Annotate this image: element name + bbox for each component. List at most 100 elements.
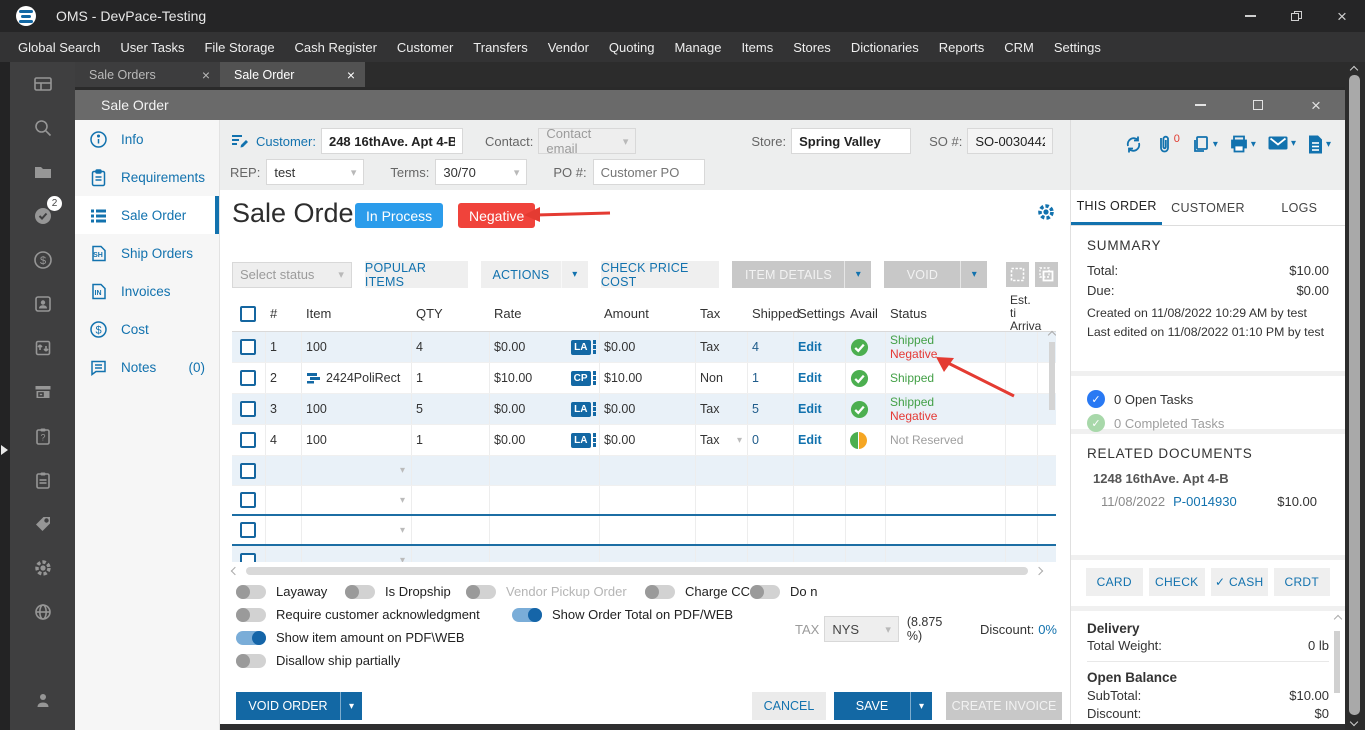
popular-items-button[interactable]: POPULAR ITEMS: [365, 261, 468, 288]
menu-vendor[interactable]: Vendor: [538, 40, 599, 55]
sidebar-item-tasks[interactable]: 2: [10, 194, 75, 238]
cash-payment-button[interactable]: ✓ CASH: [1211, 568, 1268, 596]
kebab-menu-icon[interactable]: [593, 432, 597, 447]
menu-transfers[interactable]: Transfers: [463, 40, 537, 55]
select-all-button[interactable]: [1035, 262, 1058, 287]
po-number-field[interactable]: [593, 159, 705, 185]
sidebar-item-settings[interactable]: [10, 546, 75, 590]
rep-dropdown[interactable]: test▾: [266, 159, 364, 185]
tab-close-icon[interactable]: ×: [347, 67, 355, 83]
sidebar-item-store[interactable]: [10, 370, 75, 414]
empty-row[interactable]: ▾: [232, 516, 1056, 546]
empty-row[interactable]: ▾: [232, 456, 1056, 486]
void-order-button[interactable]: VOID ORDER: [236, 692, 340, 720]
restore-button[interactable]: [1273, 0, 1319, 32]
menu-customer[interactable]: Customer: [387, 40, 463, 55]
row-checkbox[interactable]: [240, 339, 256, 355]
void-button[interactable]: VOID: [884, 261, 960, 288]
print-button[interactable]: ▾: [1229, 134, 1256, 154]
edit-link[interactable]: Edit: [798, 340, 822, 354]
check-payment-button[interactable]: CHECK: [1149, 568, 1206, 596]
tab-logs[interactable]: LOGS: [1254, 190, 1345, 225]
refresh-button[interactable]: [1123, 134, 1144, 155]
toggle-vendor-pickup-order[interactable]: Vendor Pickup Order: [466, 584, 627, 599]
nav-item-sale-order[interactable]: Sale Order: [75, 196, 219, 234]
table-row[interactable]: 4 100 1 $0.00LA $0.00 Tax▾ 0 Edit Not Re…: [232, 425, 1056, 456]
edit-link[interactable]: Edit: [798, 433, 822, 447]
sidebar-item-orders[interactable]: [10, 458, 75, 502]
sidebar-item-money[interactable]: $: [10, 238, 75, 282]
contact-dropdown[interactable]: Contact email▾: [538, 128, 636, 154]
nav-item-requirements[interactable]: Requirements: [75, 158, 219, 196]
tab-sale-order[interactable]: Sale Order ×: [220, 62, 365, 87]
expand-arrow-icon[interactable]: [1, 445, 8, 455]
toggle-charge-cc[interactable]: Charge CC: [645, 584, 750, 599]
menu-stores[interactable]: Stores: [783, 40, 841, 55]
inner-minimize-button[interactable]: [1171, 90, 1229, 120]
chevron-down-icon[interactable]: ▾: [400, 555, 405, 562]
row-checkbox[interactable]: [240, 522, 256, 538]
toggle-disallow-ship-partially[interactable]: Disallow ship partially: [236, 653, 400, 668]
edit-link[interactable]: Edit: [798, 402, 822, 416]
toggle-show-item-amount[interactable]: Show item amount on PDF\WEB: [236, 630, 465, 645]
menu-settings[interactable]: Settings: [1044, 40, 1111, 55]
kebab-menu-icon[interactable]: [593, 370, 597, 385]
select-region-button[interactable]: [1006, 262, 1029, 287]
chevron-down-icon[interactable]: ▾: [737, 435, 742, 446]
attachments-button[interactable]: 0: [1155, 134, 1180, 155]
select-all-checkbox[interactable]: [240, 306, 256, 322]
tax-dropdown[interactable]: NYS▾: [824, 616, 899, 642]
so-number-field[interactable]: [967, 128, 1053, 154]
edit-link[interactable]: Edit: [798, 371, 822, 385]
sidebar-item-files[interactable]: [10, 150, 75, 194]
nav-item-cost[interactable]: $ Cost: [75, 310, 219, 348]
tab-sale-orders[interactable]: Sale Orders ×: [75, 62, 220, 87]
menu-quoting[interactable]: Quoting: [599, 40, 665, 55]
sidebar-item-transfers[interactable]: [10, 326, 75, 370]
select-status-dropdown[interactable]: Select status▾: [232, 262, 352, 288]
sidebar-item-contacts[interactable]: [10, 282, 75, 326]
window-scrollbar[interactable]: [1345, 62, 1365, 730]
row-checkbox[interactable]: [240, 401, 256, 417]
table-vertical-scrollbar[interactable]: [1048, 334, 1056, 559]
nav-item-invoices[interactable]: IN Invoices: [75, 272, 219, 310]
export-document-button[interactable]: ▾: [1307, 134, 1331, 155]
menu-reports[interactable]: Reports: [929, 40, 995, 55]
rate-type-badge[interactable]: LA: [571, 340, 590, 355]
nav-item-ship-orders[interactable]: SH Ship Orders: [75, 234, 219, 272]
related-doc-link[interactable]: P-0014930: [1173, 494, 1237, 509]
row-checkbox[interactable]: [240, 370, 256, 386]
store-field[interactable]: [791, 128, 911, 154]
kebab-menu-icon[interactable]: [593, 401, 597, 416]
inner-close-button[interactable]: ×: [1287, 90, 1345, 120]
empty-row[interactable]: ▾: [232, 546, 1056, 562]
sidebar-item-user[interactable]: [10, 678, 75, 722]
create-invoice-button[interactable]: CREATE INVOICE: [946, 692, 1062, 720]
row-checkbox[interactable]: [240, 553, 256, 563]
menu-items[interactable]: Items: [731, 40, 783, 55]
toggle-layaway[interactable]: Layaway: [236, 584, 327, 599]
rate-type-badge[interactable]: CP: [571, 371, 591, 386]
sidebar-item-tags[interactable]: [10, 502, 75, 546]
minimize-button[interactable]: [1227, 0, 1273, 32]
check-price-cost-button[interactable]: CHECK PRICE COST: [601, 261, 720, 288]
rate-type-badge[interactable]: LA: [571, 402, 590, 417]
sidebar-item-search[interactable]: [10, 106, 75, 150]
row-checkbox[interactable]: [240, 432, 256, 448]
panel-scrollbar[interactable]: [1334, 610, 1342, 714]
chevron-down-icon[interactable]: ▾: [400, 525, 405, 536]
inner-maximize-button[interactable]: [1229, 90, 1287, 120]
crdt-payment-button[interactable]: CRDT: [1274, 568, 1331, 596]
item-details-dropdown-button[interactable]: ▾: [844, 261, 871, 288]
sidebar-item-help-tasks[interactable]: ?: [10, 414, 75, 458]
nav-item-notes[interactable]: Notes (0): [75, 348, 219, 386]
edit-order-icon[interactable]: [230, 132, 250, 150]
actions-dropdown-button[interactable]: ▾: [561, 261, 588, 288]
void-order-dropdown-button[interactable]: ▾: [340, 692, 362, 720]
menu-manage[interactable]: Manage: [664, 40, 731, 55]
void-dropdown-button[interactable]: ▾: [960, 261, 987, 288]
sidebar-item-web[interactable]: [10, 590, 75, 634]
rate-type-badge[interactable]: LA: [571, 433, 590, 448]
toggle-is-dropship[interactable]: Is Dropship: [345, 584, 451, 599]
tab-customer[interactable]: CUSTOMER: [1162, 190, 1253, 225]
